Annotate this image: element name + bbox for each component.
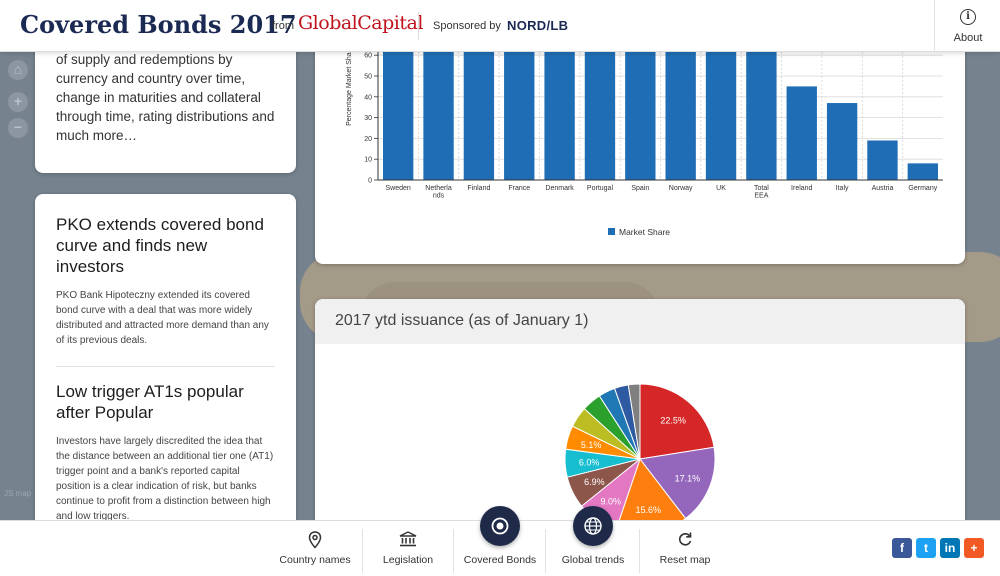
news-title[interactable]: Low trigger AT1s popular after Popular xyxy=(56,381,275,423)
x-tick-label: Denmark xyxy=(545,185,574,192)
building-icon xyxy=(399,531,417,547)
globalcapital-logo[interactable]: GlobalCapital xyxy=(298,12,423,34)
nav-label: Global trends xyxy=(561,554,625,566)
bar xyxy=(665,32,696,180)
nav-covered-bonds[interactable]: Covered Bonds xyxy=(455,506,545,576)
intro-text: of supply and redemptions by currency an… xyxy=(56,52,275,143)
bar xyxy=(544,30,575,180)
x-tick-label: France xyxy=(508,185,530,192)
news-item[interactable]: PKO extends covered bond curve and finds… xyxy=(56,214,275,348)
nav-active-circle xyxy=(480,506,520,546)
nordlb-logo[interactable]: NORD/LB xyxy=(507,18,568,33)
nav-reset-map[interactable]: Reset map xyxy=(640,521,730,576)
about-label: About xyxy=(953,32,983,44)
pie-slice-label: 15.6% xyxy=(636,505,662,515)
bar xyxy=(907,163,938,180)
bottom-nav: Country names Legislation Covered Bonds xyxy=(0,506,1000,576)
pie-slice-label: 6.0% xyxy=(579,457,600,467)
nav-legislation[interactable]: Legislation xyxy=(363,521,453,576)
refresh-icon xyxy=(679,532,692,546)
x-tick-label: Norway xyxy=(669,185,693,192)
pie-chart-title: 2017 ytd issuance (as of January 1) xyxy=(335,312,589,329)
facebook-share-button[interactable]: f xyxy=(892,538,912,558)
pie-slice-label: 22.5% xyxy=(660,416,686,426)
bar xyxy=(504,30,535,180)
from-label: from xyxy=(272,20,294,32)
pie-panel-header: 2017 ytd issuance (as of January 1) xyxy=(315,299,965,344)
pie-slice-label: 6.9% xyxy=(584,477,605,487)
more-share-button[interactable]: + xyxy=(964,538,984,558)
target-icon xyxy=(491,517,509,535)
pie-slice-label: 9.0% xyxy=(601,496,622,506)
twitter-share-button[interactable]: t xyxy=(916,538,936,558)
nav-label: Reset map xyxy=(659,554,711,566)
x-tick-label: EEA xyxy=(754,193,768,200)
x-tick-label: Finland xyxy=(467,185,490,192)
x-tick-label: Portugal xyxy=(587,185,614,192)
zoom-out-button[interactable]: − xyxy=(8,118,28,138)
bar xyxy=(463,30,495,180)
news-card: PKO extends covered bond curve and finds… xyxy=(35,194,296,534)
y-tick-label: 40 xyxy=(364,94,372,101)
x-tick-label: nds xyxy=(433,193,445,200)
map-pin-icon xyxy=(308,531,322,549)
bar xyxy=(867,140,898,180)
linkedin-share-button[interactable]: in xyxy=(940,538,960,558)
x-tick-label: Ireland xyxy=(791,185,813,192)
market-share-bar-chart: Percentage Market Share01020304050607080… xyxy=(346,30,943,237)
zoom-in-button[interactable]: + xyxy=(8,92,28,112)
bar xyxy=(625,30,656,181)
nav-country-names[interactable]: Country names xyxy=(268,521,362,576)
globe-icon xyxy=(584,517,602,535)
y-axis-label: Percentage Market Share xyxy=(346,46,353,126)
x-tick-label: Italy xyxy=(836,185,849,192)
legend-swatch xyxy=(608,228,615,235)
x-tick-label: Austria xyxy=(872,185,894,192)
news-body: PKO Bank Hipoteczny extended its covered… xyxy=(56,290,269,346)
bar xyxy=(383,30,414,180)
x-tick-label: Spain xyxy=(631,185,649,192)
x-tick-label: Germany xyxy=(908,185,937,192)
y-tick-label: 0 xyxy=(368,178,372,185)
bar xyxy=(746,44,777,180)
news-body: Investors have largely discredited the i… xyxy=(56,436,274,522)
bar xyxy=(786,86,817,180)
site-title[interactable]: Covered Bonds 2017 xyxy=(20,10,297,39)
about-button[interactable]: i About xyxy=(934,0,1000,52)
news-item[interactable]: Low trigger AT1s popular after Popular I… xyxy=(56,381,275,524)
news-divider xyxy=(56,366,275,367)
nav-label: Covered Bonds xyxy=(463,554,537,566)
x-tick-label: UK xyxy=(716,185,726,192)
y-tick-label: 60 xyxy=(364,53,372,60)
market-share-chart-panel: Percentage Market Share01020304050607080… xyxy=(315,30,965,264)
home-icon[interactable]: ⌂ xyxy=(8,60,28,80)
pie-slice-label: 5.1% xyxy=(581,440,602,450)
sponsored-label: Sponsored by xyxy=(433,20,501,32)
pie-slice-label: 17.1% xyxy=(675,473,701,483)
bar xyxy=(423,30,454,180)
nav-label: Legislation xyxy=(382,554,434,566)
news-title[interactable]: PKO extends covered bond curve and finds… xyxy=(56,214,275,277)
bar xyxy=(584,30,616,180)
x-tick-label: Total xyxy=(754,185,769,192)
y-tick-label: 20 xyxy=(364,136,372,143)
nav-label: Country names xyxy=(279,554,351,566)
site-header: Covered Bonds 2017 from GlobalCapital Sp… xyxy=(0,0,1000,52)
y-tick-label: 10 xyxy=(364,157,372,164)
nav-divider xyxy=(453,529,454,573)
nav-divider xyxy=(545,529,546,573)
info-icon: i xyxy=(960,9,976,25)
nav-global-trends[interactable]: Global trends xyxy=(547,506,639,576)
header-divider xyxy=(418,12,419,40)
bar xyxy=(826,103,858,180)
map-credit[interactable]: JS map xyxy=(4,489,31,498)
x-tick-label: Netherla xyxy=(425,185,452,192)
y-tick-label: 30 xyxy=(364,115,372,122)
bar xyxy=(705,36,737,181)
y-tick-label: 50 xyxy=(364,74,372,81)
legend-label: Market Share xyxy=(619,227,670,237)
x-tick-label: Sweden xyxy=(386,185,411,192)
nav-active-circle xyxy=(573,506,613,546)
